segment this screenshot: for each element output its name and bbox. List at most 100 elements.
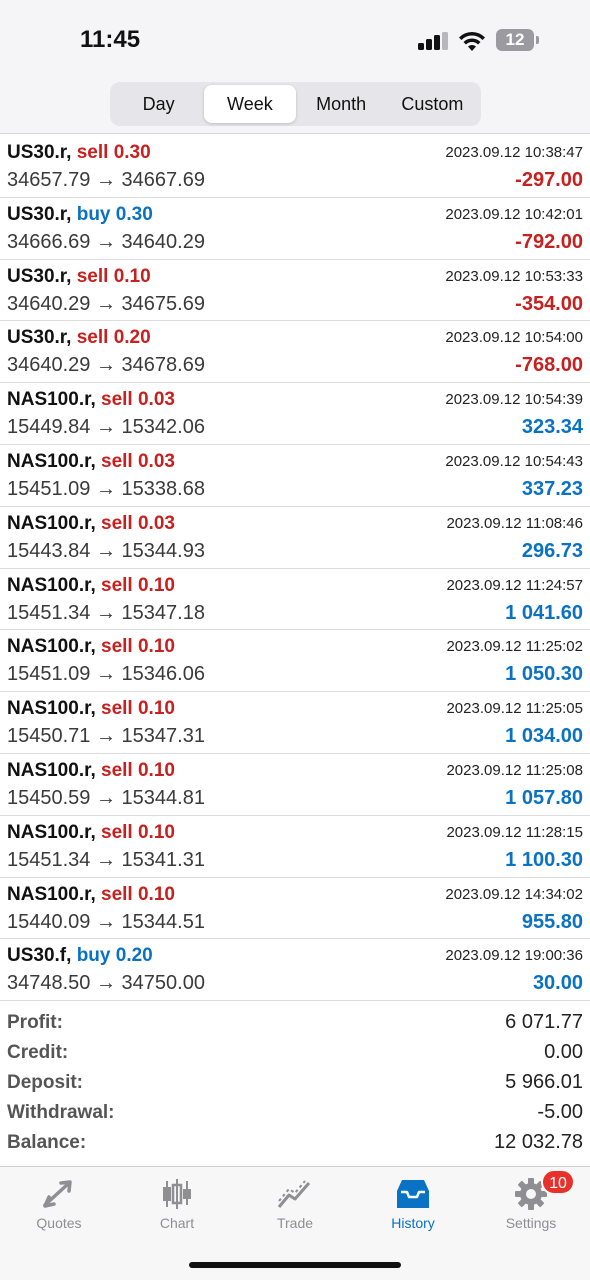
deal-profit: -297.00 bbox=[515, 169, 583, 191]
tab-day[interactable]: Day bbox=[113, 85, 204, 123]
deal-profit: 323.34 bbox=[521, 416, 583, 439]
status-bar: 11:45 12 bbox=[0, 0, 590, 70]
deal-time: 2023.09.12 14:34:02 bbox=[445, 885, 583, 903]
deal-row[interactable]: US30.r, sell 0.30 2023.09.12 10:38:47 3465… bbox=[0, 136, 590, 198]
battery-nub bbox=[536, 36, 539, 44]
tab-history[interactable]: History bbox=[354, 1167, 472, 1237]
deal-time: 2023.09.12 10:38:47 bbox=[445, 144, 583, 161]
deal-prices: 15451.09 → 15338.68 bbox=[7, 477, 205, 500]
tab-week[interactable]: Week bbox=[204, 85, 296, 123]
deal-profit: 1 100.30 bbox=[505, 848, 583, 871]
deal-title: US30.f, buy 0.20 bbox=[7, 945, 153, 967]
tab-custom[interactable]: Custom bbox=[387, 85, 478, 123]
deal-time: 2023.09.12 10:54:00 bbox=[445, 329, 583, 347]
deal-row[interactable]: NAS100.r, sell 0.03 2023.09.12 10:54:39 15… bbox=[0, 383, 590, 445]
deal-row[interactable]: NAS100.r, sell 0.10 2023.09.12 11:25:08 15… bbox=[0, 754, 590, 816]
deal-prices: 15451.34 → 15347.18 bbox=[7, 601, 205, 624]
deal-row[interactable]: US30.r, buy 0.30 2023.09.12 10:42:01 34666… bbox=[0, 198, 590, 260]
tab-label: Quotes bbox=[36, 1215, 82, 1231]
deal-title: US30.r, sell 0.20 bbox=[7, 327, 151, 349]
deal-side: sell 0.10 bbox=[101, 574, 175, 596]
deal-prices: 15450.59 → 15344.81 bbox=[7, 786, 205, 809]
cellular-signal-icon bbox=[418, 32, 448, 50]
deal-row[interactable]: US30.r, sell 0.10 2023.09.12 10:53:33 3464… bbox=[0, 260, 590, 322]
candlestick-chart-icon bbox=[157, 1177, 197, 1211]
deal-title: NAS100.r, sell 0.10 bbox=[7, 760, 175, 782]
battery-indicator: 12 bbox=[496, 29, 534, 51]
deal-row[interactable]: NAS100.r, sell 0.03 2023.09.12 11:08:46 15… bbox=[0, 507, 590, 569]
deal-side: sell 0.10 bbox=[101, 636, 175, 658]
summary-label: Withdrawal: bbox=[7, 1102, 115, 1123]
summary-value: 0.00 bbox=[544, 1041, 583, 1063]
deal-time: 2023.09.12 10:42:01 bbox=[445, 205, 583, 223]
deal-symbol: NAS100.r, bbox=[7, 512, 96, 534]
deal-title: NAS100.r, sell 0.10 bbox=[7, 575, 175, 597]
deal-prices: 15450.71 → 15347.31 bbox=[7, 725, 205, 748]
tab-label: Trade bbox=[276, 1215, 314, 1231]
deals-list: US30.r, sell 0.30 2023.09.12 10:38:47 3465… bbox=[0, 136, 590, 1002]
deal-time: 2023.09.12 11:24:57 bbox=[446, 576, 583, 594]
deal-side: sell 0.10 bbox=[101, 883, 175, 905]
deal-time: 2023.09.12 11:28:15 bbox=[446, 823, 583, 841]
deal-time: 2023.09.12 10:53:33 bbox=[445, 267, 583, 285]
history-inbox-icon bbox=[393, 1177, 433, 1211]
deal-side: sell 0.03 bbox=[101, 512, 175, 534]
deal-title: NAS100.r, sell 0.03 bbox=[7, 451, 175, 473]
deal-profit: 296.73 bbox=[521, 539, 583, 562]
trade-line-icon bbox=[275, 1177, 315, 1211]
deal-time: 2023.09.12 19:00:36 bbox=[445, 947, 583, 965]
deal-title: NAS100.r, sell 0.03 bbox=[7, 389, 175, 411]
summary-deposit: Deposit: 5 966.01 bbox=[0, 1070, 590, 1100]
deal-profit: 337.23 bbox=[521, 477, 583, 500]
summary-withdrawal: Withdrawal: -5.00 bbox=[0, 1100, 590, 1130]
deal-side: buy 0.30 bbox=[76, 203, 153, 225]
summary-balance: Balance: 12 032.78 bbox=[0, 1130, 590, 1160]
deal-prices: 15449.84 → 15342.06 bbox=[7, 416, 205, 439]
deal-profit: 30.00 bbox=[532, 972, 583, 995]
status-time: 11:45 bbox=[80, 26, 141, 53]
deal-row[interactable]: US30.f, buy 0.20 2023.09.12 19:00:36 34748… bbox=[0, 939, 590, 1002]
deal-prices: 15451.09 → 15346.06 bbox=[7, 663, 205, 686]
deal-time: 2023.09.12 10:54:43 bbox=[445, 452, 583, 470]
deal-profit: -354.00 bbox=[515, 292, 583, 315]
deal-row[interactable]: NAS100.r, sell 0.10 2023.09.12 11:28:15 15… bbox=[0, 816, 590, 878]
summary-value: -5.00 bbox=[537, 1101, 583, 1123]
deal-side: sell 0.10 bbox=[101, 698, 175, 720]
deal-side: sell 0.10 bbox=[76, 265, 151, 287]
deal-row[interactable]: NAS100.r, sell 0.10 2023.09.12 11:25:02 15… bbox=[0, 630, 590, 693]
summary-value: 5 966.01 bbox=[505, 1071, 583, 1093]
tab-label: History bbox=[391, 1215, 435, 1231]
deal-side: sell 0.10 bbox=[101, 759, 175, 781]
deal-side: sell 0.10 bbox=[101, 821, 175, 843]
deal-row[interactable]: NAS100.r, sell 0.10 2023.09.12 11:25:05 15… bbox=[0, 692, 590, 754]
deal-profit: 1 041.60 bbox=[505, 601, 583, 624]
period-selector: Day Week Month Custom bbox=[110, 82, 481, 126]
account-summary: Profit: 6 071.77 Credit: 0.00 Deposit: 5 966.… bbox=[0, 1010, 590, 1160]
deal-symbol: NAS100.r, bbox=[7, 698, 96, 720]
deal-profit: 955.80 bbox=[521, 910, 583, 933]
tab-quotes[interactable]: Quotes bbox=[0, 1167, 118, 1237]
deal-profit: 1 057.80 bbox=[505, 786, 583, 809]
tab-label: Chart bbox=[159, 1215, 195, 1231]
deal-symbol: US30.r, bbox=[7, 265, 72, 287]
deal-symbol: US30.r, bbox=[7, 142, 72, 163]
quotes-arrows-icon bbox=[39, 1177, 79, 1211]
deal-row[interactable]: NAS100.r, sell 0.10 2023.09.12 14:34:02 15… bbox=[0, 878, 590, 940]
settings-badge: 10 bbox=[541, 1169, 575, 1195]
deal-row[interactable]: US30.r, sell 0.20 2023.09.12 10:54:00 3464… bbox=[0, 321, 590, 384]
deal-profit: 1 050.30 bbox=[505, 663, 583, 686]
deal-row[interactable]: NAS100.r, sell 0.10 2023.09.12 11:24:57 15… bbox=[0, 569, 590, 631]
deal-prices: 34640.29 → 34675.69 bbox=[7, 292, 205, 315]
tab-trade[interactable]: Trade bbox=[236, 1167, 354, 1237]
deal-title: NAS100.r, sell 0.10 bbox=[7, 884, 175, 906]
tab-month[interactable]: Month bbox=[296, 85, 387, 123]
tab-chart[interactable]: Chart bbox=[118, 1167, 236, 1237]
deal-profit: 1 034.00 bbox=[505, 725, 583, 748]
deal-side: sell 0.30 bbox=[76, 142, 151, 163]
deal-prices: 34657.79 → 34667.69 bbox=[7, 169, 205, 191]
deal-title: US30.r, sell 0.30 bbox=[7, 142, 151, 164]
home-indicator bbox=[189, 1262, 401, 1268]
deal-symbol: NAS100.r, bbox=[7, 821, 96, 843]
summary-label: Profit: bbox=[7, 1012, 63, 1033]
deal-row[interactable]: NAS100.r, sell 0.03 2023.09.12 10:54:43 15… bbox=[0, 445, 590, 507]
